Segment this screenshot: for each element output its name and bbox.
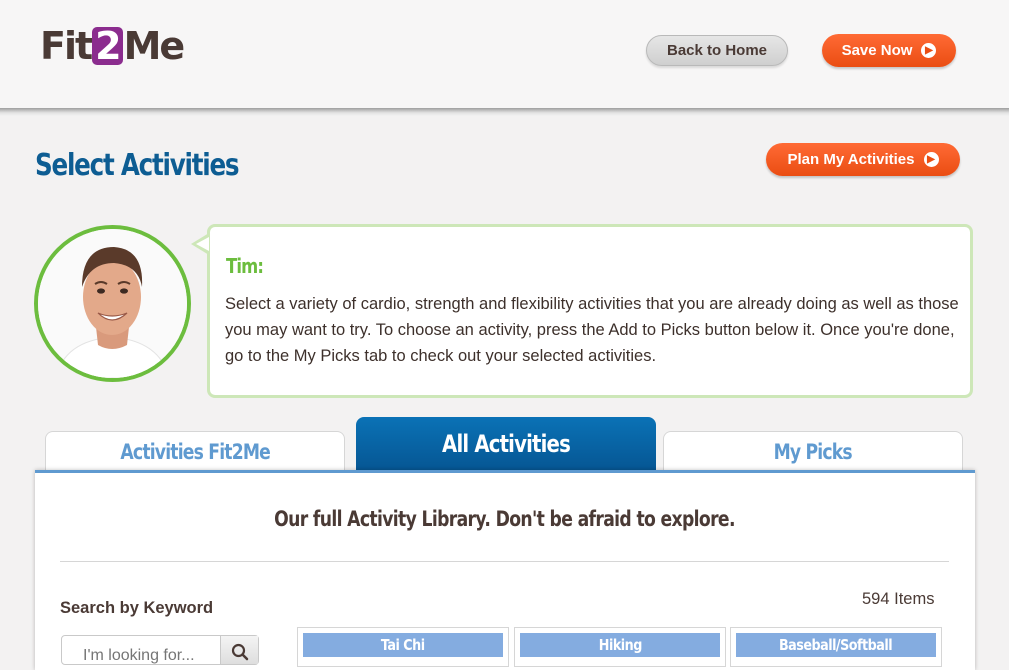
- back-to-home-label: Back to Home: [666, 42, 768, 59]
- tab-activities-fit2me[interactable]: Activities Fit2Me: [45, 431, 345, 471]
- library-title: Our full Activity Library. Don't be afra…: [274, 507, 735, 531]
- coach-message: Select a variety of cardio, strength and…: [225, 295, 959, 365]
- arrow-right-circle-icon: ▶: [923, 152, 939, 167]
- search-keyword-label: Search by Keyword: [60, 599, 214, 617]
- activity-card-header: Tai Chi: [303, 633, 503, 657]
- header: Fit 2 Me Back to Home Save Now ▶: [0, 0, 1009, 110]
- tab-all-activities[interactable]: All Activities: [356, 417, 656, 471]
- search-button[interactable]: [220, 636, 258, 664]
- tab-label: My Picks: [773, 439, 853, 464]
- arrow-right-circle-icon: ▶: [921, 43, 937, 58]
- search-input[interactable]: [62, 636, 222, 664]
- coach-avatar: [34, 225, 191, 382]
- save-now-button[interactable]: Save Now ▶: [822, 34, 956, 67]
- plan-my-activities-button[interactable]: Plan My Activities ▶: [766, 143, 960, 176]
- coach-name: Tim:: [226, 254, 264, 278]
- tab-my-picks[interactable]: My Picks: [663, 431, 963, 471]
- speech-bubble-tail-inner: [196, 237, 209, 251]
- library-divider: [60, 561, 949, 562]
- activity-card-baseball-softball[interactable]: Baseball/Softball: [730, 627, 942, 667]
- keyword-search: [61, 635, 259, 665]
- activity-card-header: Hiking: [520, 633, 720, 657]
- activity-card-tai-chi[interactable]: Tai Chi: [297, 627, 509, 667]
- fit2me-logo[interactable]: Fit 2 Me: [40, 24, 185, 68]
- items-count: 594 Items: [862, 590, 935, 608]
- header-divider: [0, 108, 1009, 116]
- activity-card-header: Baseball/Softball: [736, 633, 936, 657]
- tab-label: All Activities: [442, 430, 571, 458]
- search-icon: [231, 643, 248, 661]
- plan-my-activities-label: Plan My Activities: [787, 151, 915, 168]
- tab-label: Activities Fit2Me: [120, 439, 270, 464]
- activity-card-hiking[interactable]: Hiking: [514, 627, 726, 667]
- back-to-home-button[interactable]: Back to Home: [646, 35, 788, 66]
- page-title: Select Activities: [35, 148, 240, 183]
- save-now-label: Save Now: [841, 42, 913, 59]
